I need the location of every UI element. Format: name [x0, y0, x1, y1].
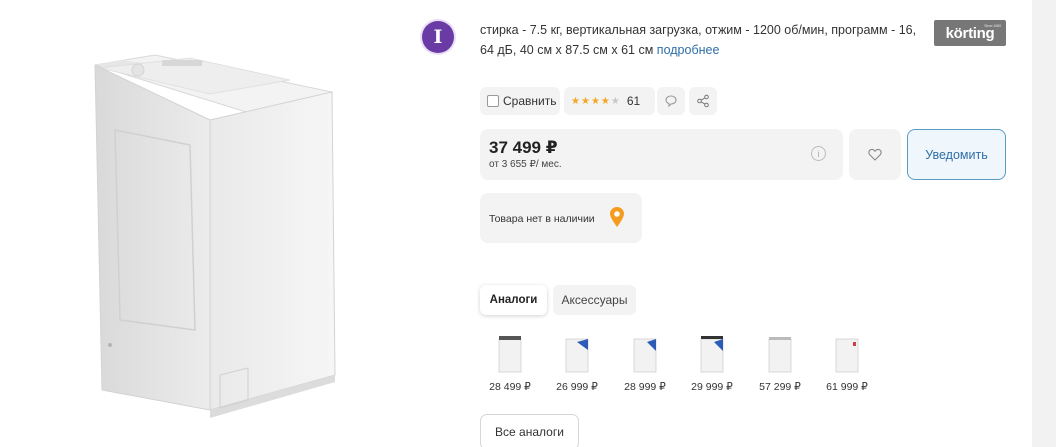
washing-machine-thumb	[633, 338, 657, 373]
comment-icon	[665, 95, 677, 108]
analog-item[interactable]: 26 999 ₽	[547, 330, 607, 396]
price-block: 37 499 ₽ от 3 655 ₽/ мес. i	[480, 129, 843, 180]
analog-item[interactable]: 61 999 ₽	[817, 330, 877, 396]
brand-logo[interactable]: körting Since 1889	[934, 20, 1006, 46]
compare-label: Сравнить	[503, 94, 557, 108]
reviews-count: 61	[626, 94, 641, 108]
all-analogs-button[interactable]: Все аналоги	[480, 414, 579, 447]
price-value: 37 499 ₽	[489, 138, 558, 157]
seller-avatar[interactable]: I	[422, 21, 454, 53]
star-empty-icon: ★	[610, 95, 620, 107]
brand-tagline: Since 1889	[983, 23, 1001, 28]
availability-block: Товара нет в наличии	[480, 193, 642, 243]
analog-price: 61 999 ₽	[826, 381, 868, 393]
washing-machine-thumb	[835, 338, 859, 373]
tab-accessories[interactable]: Аксессуары	[553, 285, 636, 315]
analog-price: 57 299 ₽	[759, 381, 801, 393]
analog-item[interactable]: 29 999 ₽	[682, 330, 742, 396]
heart-icon	[868, 148, 882, 161]
washing-machine-thumb	[565, 338, 589, 373]
product-image[interactable]	[60, 30, 380, 430]
star-icon: ★	[590, 95, 600, 107]
more-link[interactable]: подробнее	[657, 43, 720, 57]
analog-price: 28 999 ₽	[624, 381, 666, 393]
availability-text: Товара нет в наличии	[489, 213, 595, 225]
favorite-button[interactable]	[849, 129, 901, 180]
share-icon	[697, 94, 709, 108]
analog-price: 29 999 ₽	[691, 381, 733, 393]
analog-price: 28 499 ₽	[489, 381, 531, 393]
rating-stars: ★ ★ ★ ★ ★	[571, 96, 621, 107]
product-card: I стирка - 7.5 кг, вертикальная загрузка…	[0, 0, 1032, 447]
info-icon[interactable]: i	[811, 146, 826, 161]
compare-button[interactable]: Сравнить	[480, 87, 560, 115]
analog-price: 26 999 ₽	[556, 381, 598, 393]
analog-item[interactable]: 28 499 ₽	[480, 330, 540, 396]
washing-machine-thumb	[700, 336, 724, 373]
washing-machine-thumb	[498, 336, 522, 373]
tab-analogs[interactable]: Аналоги	[480, 285, 547, 315]
star-icon: ★	[580, 95, 590, 107]
rating-button[interactable]: ★ ★ ★ ★ ★ 61	[564, 87, 655, 115]
notify-button[interactable]: Уведомить	[907, 129, 1006, 180]
credit-price[interactable]: от 3 655 ₽/ мес.	[489, 159, 562, 170]
comment-button[interactable]	[657, 87, 685, 115]
star-icon: ★	[600, 95, 610, 107]
washing-machine-thumb	[768, 337, 792, 373]
location-pin-icon[interactable]	[609, 206, 625, 228]
product-description: стирка - 7.5 кг, вертикальная загрузка, …	[480, 20, 920, 60]
compare-checkbox[interactable]	[487, 95, 499, 107]
analogs-list: 28 499 ₽ 26 999 ₽ 28 999 ₽ 29 999 ₽ 57 2…	[480, 330, 880, 396]
star-icon: ★	[571, 95, 580, 107]
analog-item[interactable]: 28 999 ₽	[615, 330, 675, 396]
analog-item[interactable]: 57 299 ₽	[750, 330, 810, 396]
share-button[interactable]	[689, 87, 717, 115]
